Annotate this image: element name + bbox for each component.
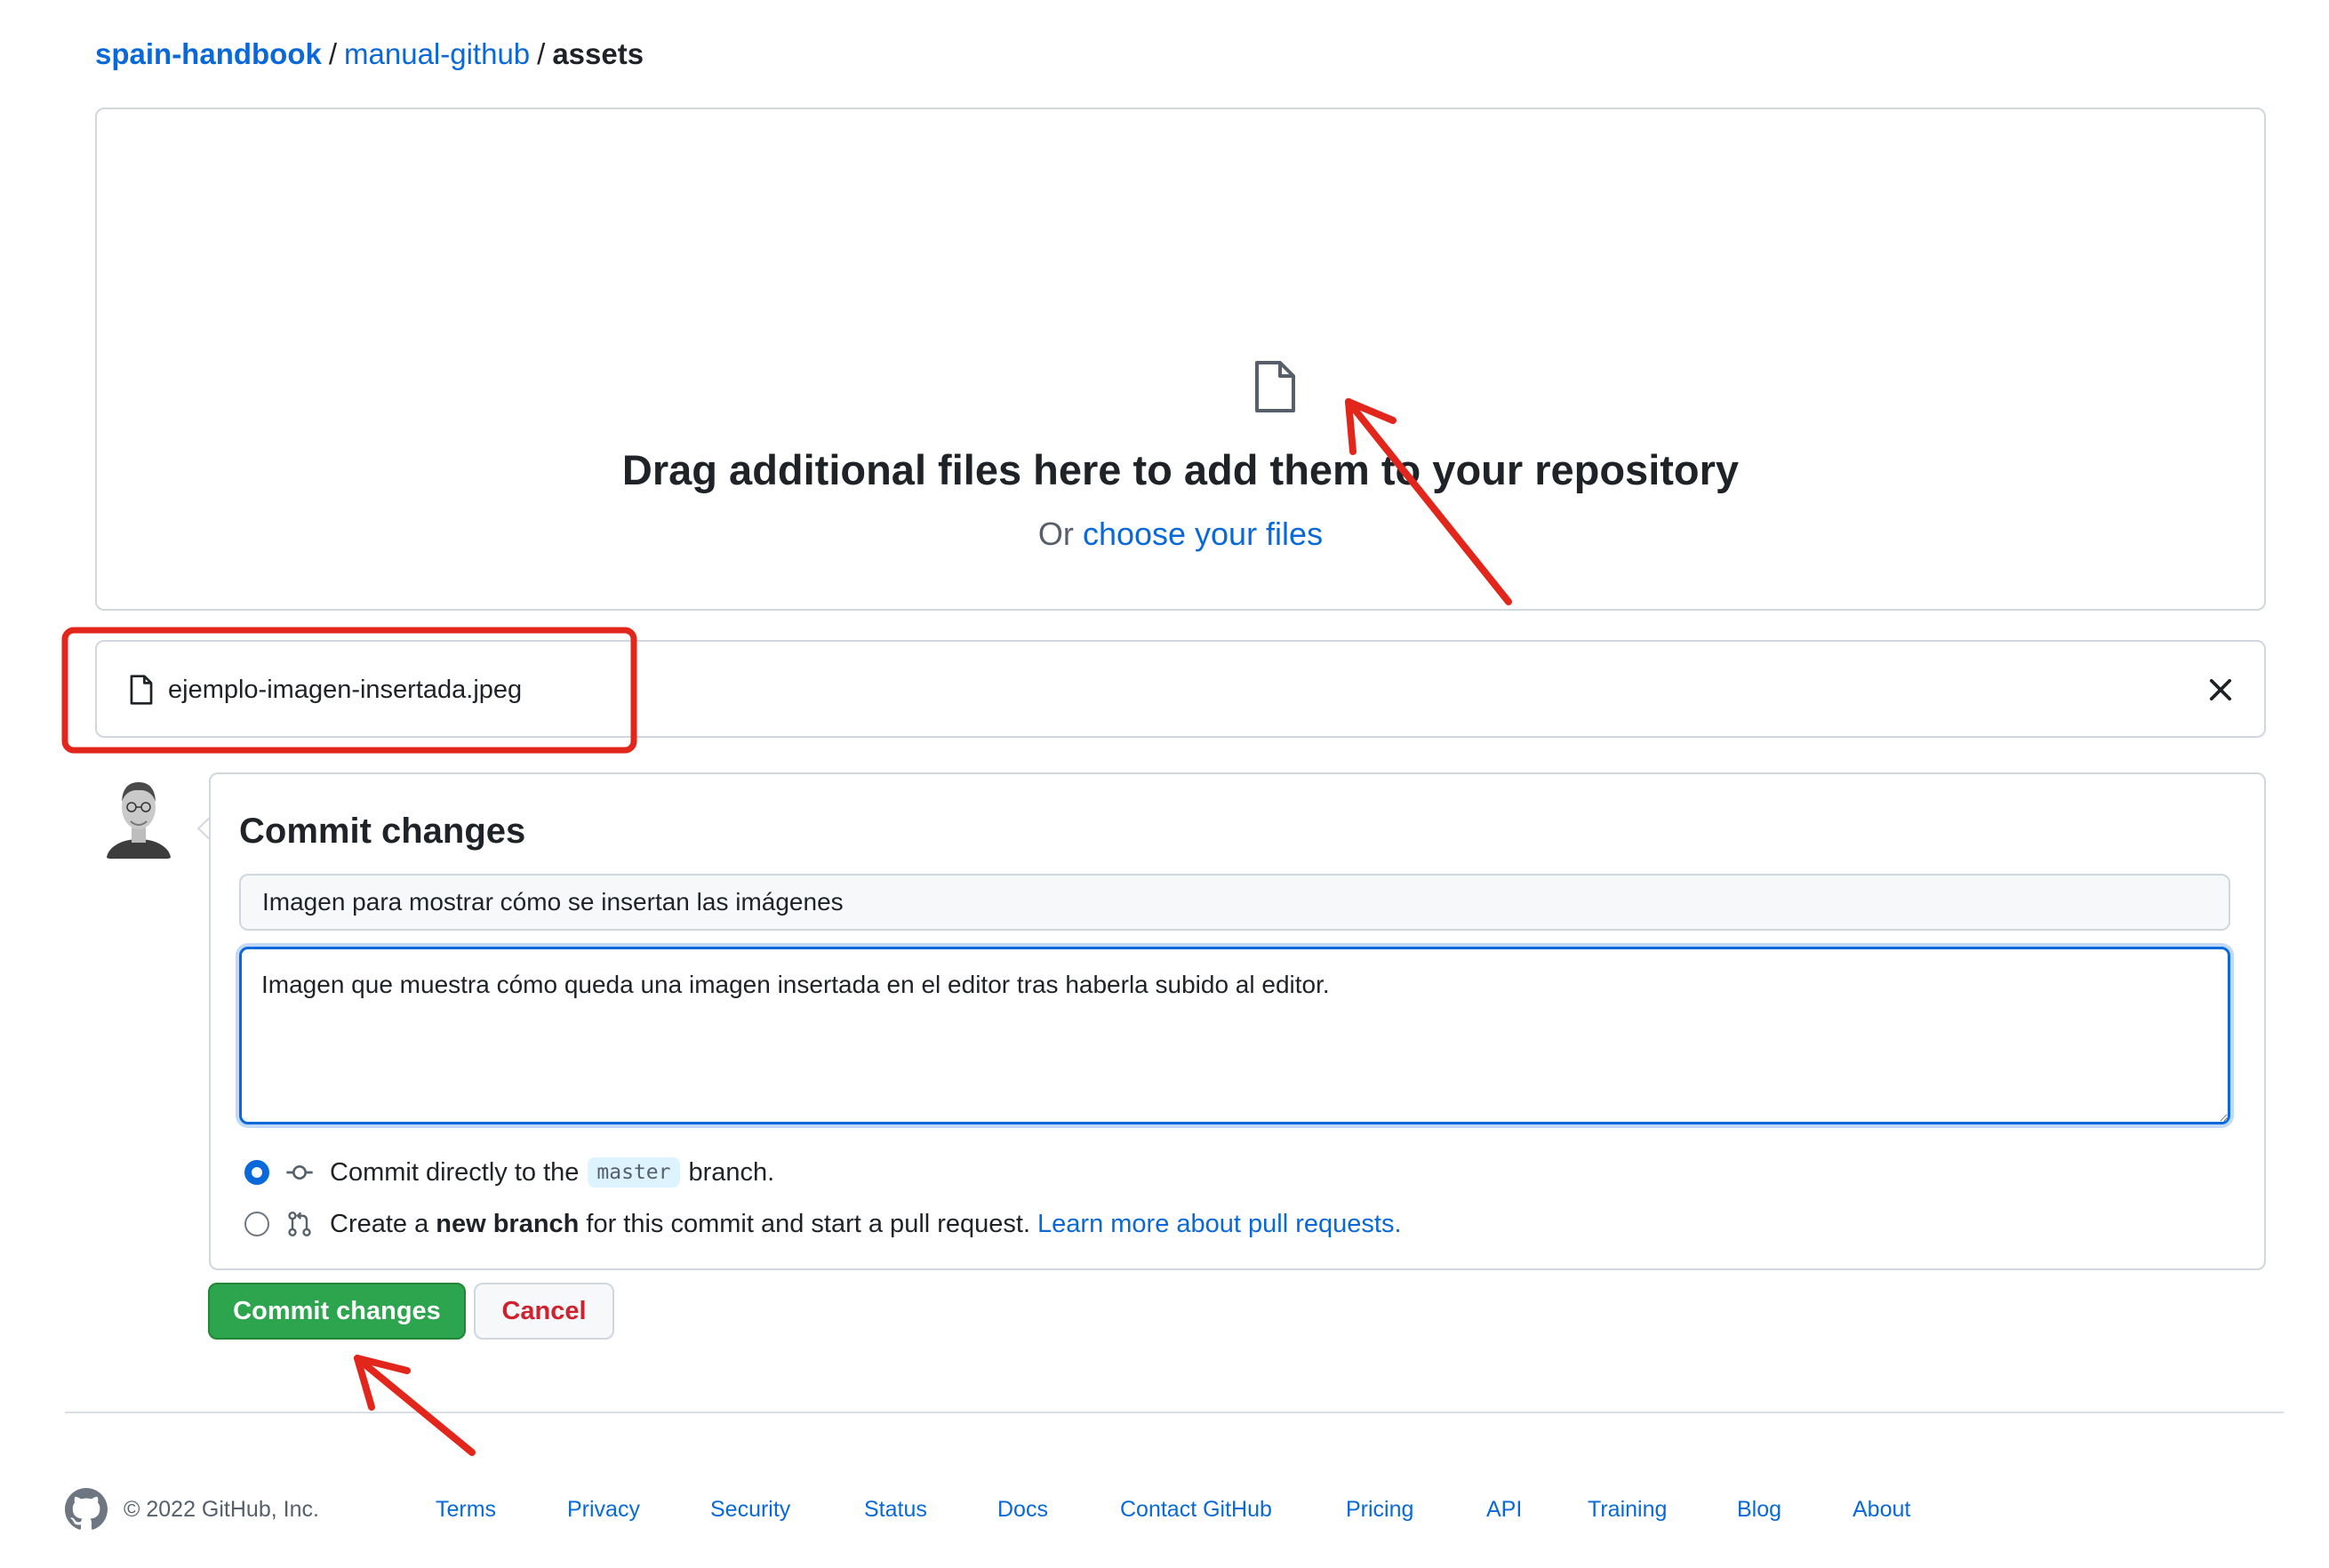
new-branch-radio[interactable] xyxy=(244,1212,269,1236)
commit-form: Commit changes Imagen que muestra cómo q… xyxy=(209,772,2266,1270)
learn-more-pull-requests-link[interactable]: Learn more about pull requests. xyxy=(1037,1210,1401,1239)
file-drop-zone[interactable]: Drag additional files here to add them t… xyxy=(95,108,2266,611)
uploaded-file-name: ejemplo-imagen-insertada.jpeg xyxy=(168,676,523,704)
footer-link-about[interactable]: About xyxy=(1853,1492,1910,1527)
cancel-button[interactable]: Cancel xyxy=(474,1283,614,1340)
commit-direct-label: Commit directly to the xyxy=(330,1157,580,1187)
footer: © 2022 GitHub, Inc. Terms Privacy Securi… xyxy=(65,1483,2284,1536)
commit-direct-option[interactable]: Commit directly to the master branch. xyxy=(244,1153,774,1192)
breadcrumb-separator: / xyxy=(537,37,546,70)
drop-zone-title: Drag additional files here to add them t… xyxy=(621,446,1740,493)
commit-title: Commit changes xyxy=(239,812,526,851)
file-icon xyxy=(130,675,153,705)
drop-zone-or-text: Or xyxy=(1037,516,1074,552)
new-branch-label-end: for this commit and start a pull request… xyxy=(586,1209,1031,1238)
new-branch-option[interactable]: Create a new branch for this commit and … xyxy=(244,1204,1402,1244)
branch-name-badge: master xyxy=(588,1157,680,1188)
git-pull-request-icon xyxy=(288,1212,311,1236)
footer-link-security[interactable]: Security xyxy=(710,1492,790,1527)
drop-zone-subtitle: Or choose your files xyxy=(97,513,2264,556)
footer-link-privacy[interactable]: Privacy xyxy=(567,1492,640,1527)
new-branch-label-bold: new branch xyxy=(436,1209,580,1238)
commit-direct-label-end: branch. xyxy=(688,1157,775,1187)
breadcrumb: spain-handbook / manual-github / assets xyxy=(95,34,644,75)
footer-link-status[interactable]: Status xyxy=(864,1492,927,1527)
new-branch-label-start: Create a xyxy=(330,1209,429,1238)
footer-link-docs[interactable]: Docs xyxy=(997,1492,1048,1527)
git-commit-icon xyxy=(286,1165,313,1180)
github-mark-icon[interactable] xyxy=(65,1488,108,1531)
footer-divider xyxy=(65,1412,2284,1413)
commit-direct-radio[interactable] xyxy=(244,1160,269,1185)
breadcrumb-current-folder: assets xyxy=(552,37,644,70)
arrow-to-commit-button xyxy=(354,1355,476,1456)
footer-link-api[interactable]: API xyxy=(1486,1492,1522,1527)
commit-description-input[interactable]: Imagen que muestra cómo queda una imagen… xyxy=(239,947,2230,1124)
x-icon[interactable] xyxy=(2205,675,2236,705)
footer-copyright: © 2022 GitHub, Inc. xyxy=(124,1497,319,1522)
file-icon xyxy=(1255,361,1295,412)
choose-files-link[interactable]: choose your files xyxy=(1083,516,1323,552)
footer-link-training[interactable]: Training xyxy=(1588,1492,1667,1527)
uploaded-file-item: ejemplo-imagen-insertada.jpeg xyxy=(95,640,2266,738)
footer-link-terms[interactable]: Terms xyxy=(436,1492,496,1527)
breadcrumb-owner-link[interactable]: spain-handbook xyxy=(95,37,322,70)
breadcrumb-separator: / xyxy=(328,37,338,70)
commit-summary-input[interactable] xyxy=(239,874,2230,931)
avatar xyxy=(103,773,174,859)
commit-changes-button[interactable]: Commit changes xyxy=(208,1283,466,1340)
footer-link-blog[interactable]: Blog xyxy=(1737,1492,1781,1527)
footer-link-pricing[interactable]: Pricing xyxy=(1346,1492,1413,1527)
footer-link-contact-github[interactable]: Contact GitHub xyxy=(1120,1492,1272,1527)
breadcrumb-repo-link[interactable]: manual-github xyxy=(344,37,530,70)
